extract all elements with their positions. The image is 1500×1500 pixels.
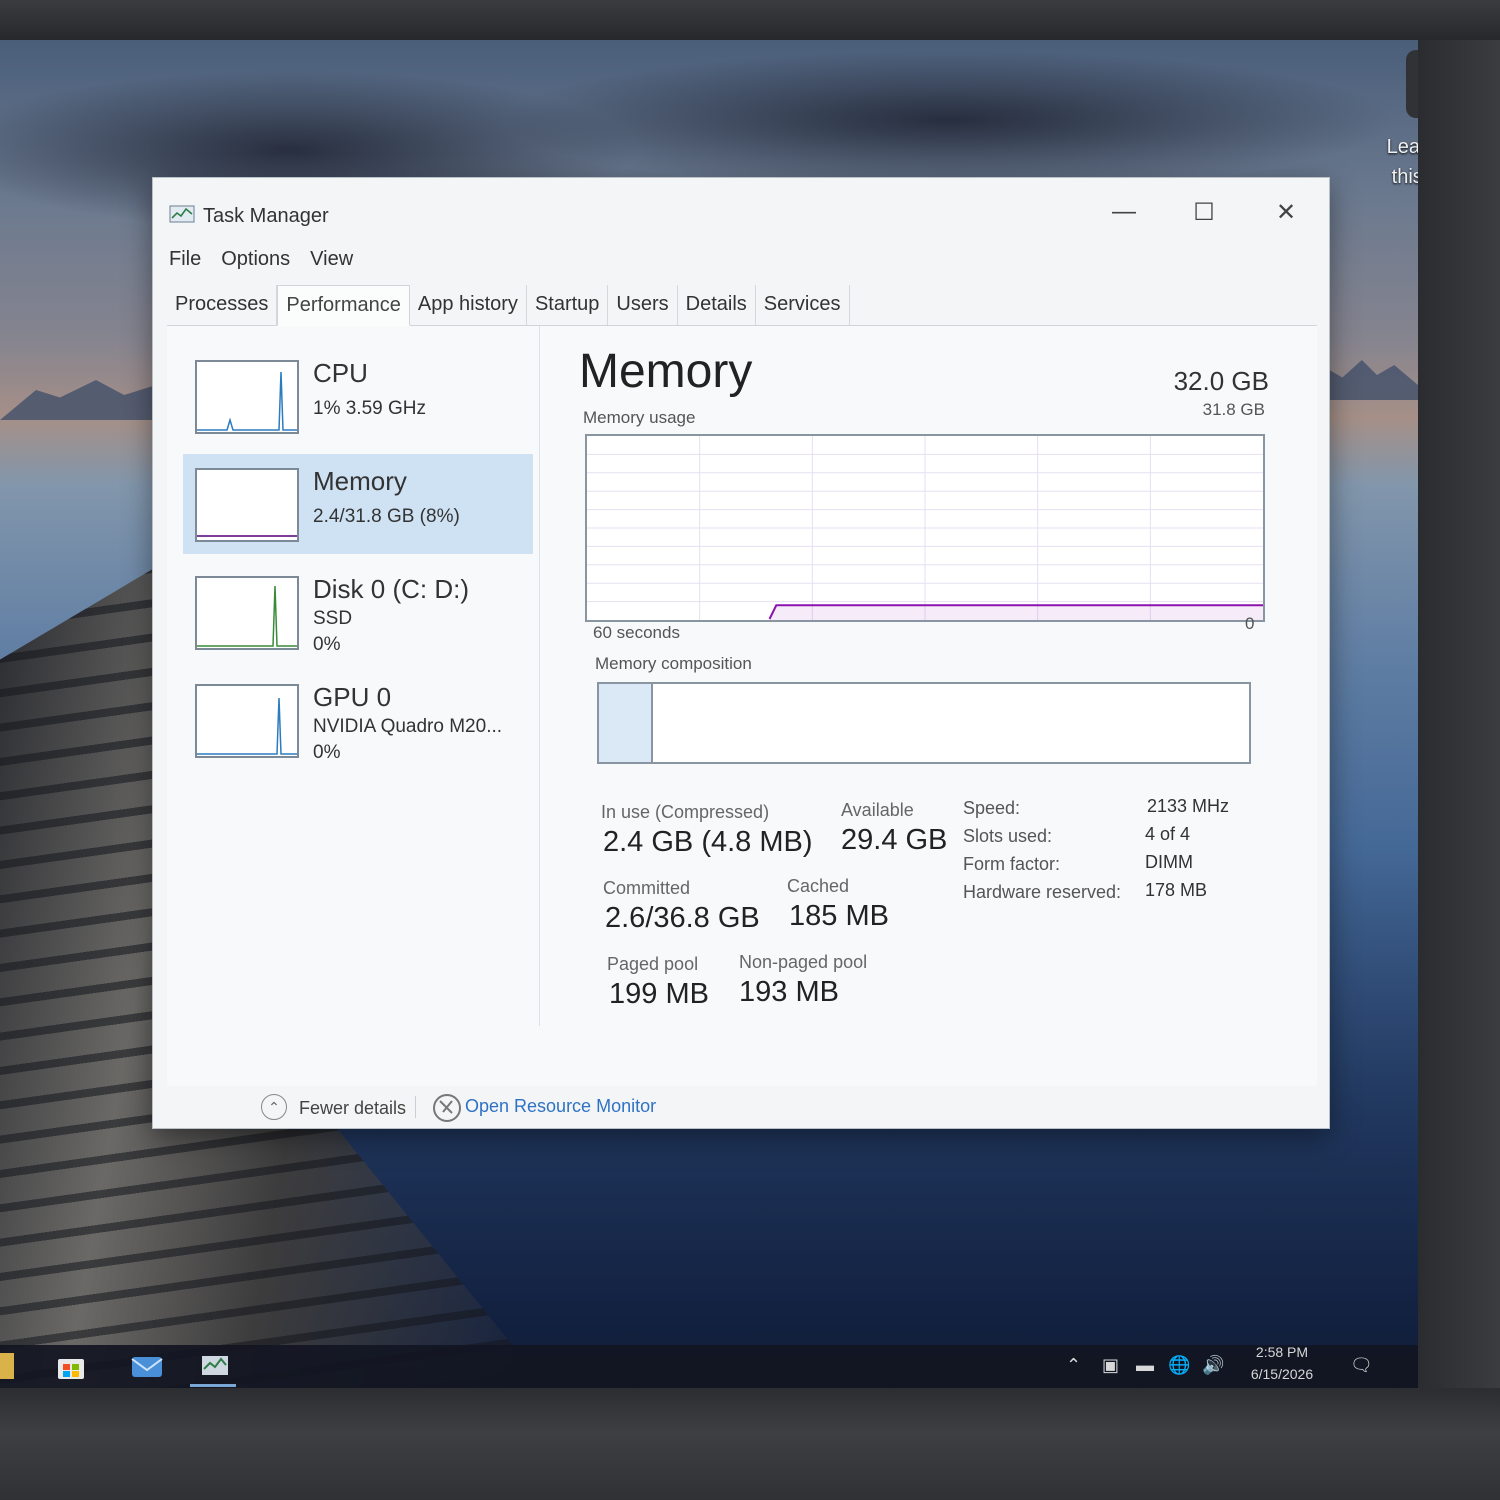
fewer-details-link[interactable]: Fewer details (299, 1098, 406, 1119)
sidebar-item-memory[interactable]: Memory 2.4/31.8 GB (8%) (183, 454, 533, 554)
cpu-thumbnail-graph (195, 360, 299, 434)
memory-usage-plot (587, 436, 1263, 620)
monitor-bezel-top (0, 0, 1500, 40)
memory-total: 32.0 GB (1173, 366, 1269, 396)
slots-used-label: Slots used: (963, 826, 1053, 846)
memory-thumbnail-graph (195, 468, 299, 542)
available-label: Available (841, 800, 914, 820)
title-bar[interactable]: Task Manager — ☐ ✕ (153, 178, 1329, 248)
meet-now-icon[interactable]: ▣ (1102, 1355, 1119, 1376)
chevron-up-circle-icon[interactable]: ⌃ (261, 1094, 287, 1120)
graph-zero-label: 0 (1245, 614, 1255, 633)
available-value: 29.4 GB (841, 824, 948, 856)
cached-label: Cached (787, 876, 850, 896)
taskbar: ⌃ ▣ ▬ 🌐 🔊 2:58 PM 6/15/2026 🗨 (0, 1344, 1418, 1388)
in-use-value: 2.4 GB (4.8 MB) (603, 826, 813, 858)
file-explorer-icon[interactable] (0, 1353, 14, 1379)
clock-date: 6/15/2026 (1250, 1366, 1314, 1382)
slots-used-value: 4 of 4 (1145, 824, 1191, 844)
memory-detail-pane: Memory 32.0 GB Memory usage 31.8 GB 60 s… (579, 326, 1299, 1066)
committed-value: 2.6/36.8 GB (605, 902, 760, 934)
sidebar-cpu-title: CPU (313, 358, 368, 388)
sidebar-gpu-usage: 0% (313, 742, 341, 763)
tab-users[interactable]: Users (608, 285, 678, 325)
menu-bar: File Options View (169, 248, 353, 271)
task-manager-window: Task Manager — ☐ ✕ File Options View Pro… (153, 178, 1329, 1128)
cached-value: 185 MB (789, 900, 889, 932)
sidebar-disk-usage: 0% (313, 634, 341, 655)
tab-app-history[interactable]: App history (410, 285, 527, 325)
sidebar-gpu-model: NVIDIA Quadro M20... (313, 716, 503, 737)
menu-options[interactable]: Options (221, 248, 290, 271)
memory-usage-max: 31.8 GB (1202, 400, 1265, 419)
tab-services[interactable]: Services (756, 285, 850, 325)
task-manager-icon[interactable] (190, 1353, 236, 1387)
sidebar-gpu-title: GPU 0 (313, 682, 392, 712)
memory-usage-label: Memory usage (583, 408, 696, 427)
wallpaper-cloud (500, 50, 1400, 190)
graph-time-span: 60 seconds (593, 623, 680, 642)
sidebar-memory-stats: 2.4/31.8 GB (8%) (313, 506, 460, 527)
memory-composition-bar (597, 682, 1251, 764)
minimize-button[interactable]: — (1101, 192, 1147, 232)
task-manager-app-icon (169, 205, 195, 225)
network-globe-icon[interactable]: 🌐 (1168, 1355, 1190, 1376)
tab-processes[interactable]: Processes (167, 285, 278, 325)
close-button[interactable]: ✕ (1263, 192, 1309, 232)
taskbar-clock[interactable]: 2:58 PM 6/15/2026 (1232, 1341, 1332, 1385)
paged-pool-value: 199 MB (609, 978, 709, 1010)
notifications-icon[interactable]: 🗨 (1350, 1355, 1373, 1376)
clock-time: 2:58 PM (1255, 1344, 1309, 1360)
sidebar-memory-title: Memory (313, 466, 407, 496)
memory-usage-area (769, 605, 1263, 620)
store-icon[interactable] (56, 1353, 84, 1379)
tab-details[interactable]: Details (678, 285, 756, 325)
page-title: Memory (579, 345, 753, 398)
menu-view[interactable]: View (310, 248, 353, 271)
speed-label: Speed: (963, 798, 1021, 818)
sidebar-item-cpu[interactable]: CPU 1% 3.59 GHz (183, 346, 533, 446)
memory-usage-graph (585, 434, 1265, 622)
volume-icon[interactable]: 🔊 (1202, 1355, 1224, 1376)
tab-performance[interactable]: Performance (277, 285, 410, 326)
speed-value: 2133 MHz (1147, 796, 1230, 816)
tab-startup[interactable]: Startup (527, 285, 609, 325)
sidebar-item-gpu[interactable]: GPU 0 NVIDIA Quadro M20... 0% (183, 670, 533, 770)
form-factor-value: DIMM (1145, 852, 1193, 872)
menu-file[interactable]: File (169, 248, 201, 271)
form-factor-label: Form factor: (963, 854, 1061, 874)
sidebar-item-disk[interactable]: Disk 0 (C: D:) SSD 0% (183, 562, 533, 662)
chevron-up-icon[interactable]: ⌃ (1066, 1355, 1081, 1376)
memory-composition-label: Memory composition (595, 654, 752, 673)
open-resource-monitor-link[interactable]: Open Resource Monitor (465, 1096, 656, 1117)
battery-icon[interactable]: ▬ (1136, 1355, 1154, 1376)
composition-in-use-segment (599, 684, 653, 762)
paged-pool-label: Paged pool (607, 954, 699, 974)
hardware-reserved-label: Hardware reserved: (963, 882, 1122, 902)
non-paged-pool-value: 193 MB (739, 976, 839, 1008)
gpu-thumbnail-graph (195, 684, 299, 758)
mail-icon[interactable] (130, 1353, 163, 1379)
committed-label: Committed (603, 878, 691, 898)
footer-divider (415, 1096, 416, 1118)
hardware-reserved-value: 178 MB (1145, 880, 1208, 900)
performance-panel: CPU 1% 3.59 GHz Memory 2.4/31.8 GB (8%) … (167, 326, 1317, 1086)
monitor-bezel-right (1418, 40, 1500, 1388)
sidebar-disk-type: SSD (313, 608, 353, 629)
window-title: Task Manager (203, 205, 329, 227)
resource-monitor-icon[interactable] (433, 1094, 461, 1122)
resource-sidebar: CPU 1% 3.59 GHz Memory 2.4/31.8 GB (8%) … (167, 326, 540, 1026)
sidebar-disk-title: Disk 0 (C: D:) (313, 574, 469, 604)
sidebar-cpu-stats: 1% 3.59 GHz (313, 398, 426, 419)
tab-strip: Processes Performance App history Startu… (167, 285, 1317, 326)
monitor-bezel-bottom (0, 1388, 1500, 1500)
non-paged-pool-label: Non-paged pool (739, 952, 868, 972)
maximize-button[interactable]: ☐ (1181, 192, 1227, 232)
disk-thumbnail-graph (195, 576, 299, 650)
window-footer: ⌃ Fewer details Open Resource Monitor (153, 1086, 1329, 1128)
in-use-label: In use (Compressed) (601, 802, 770, 822)
